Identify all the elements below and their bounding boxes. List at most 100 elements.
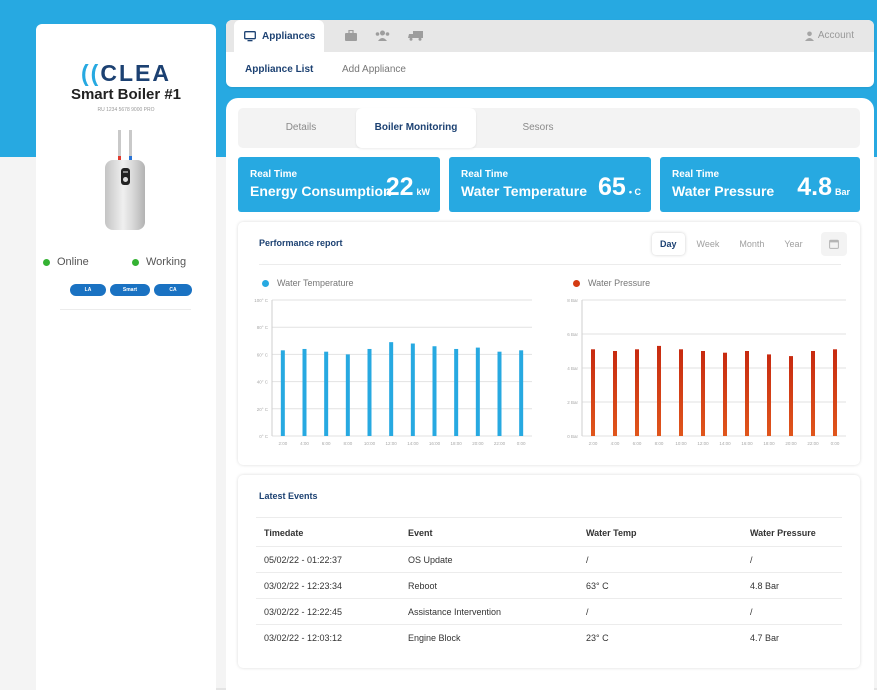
x-tick-label: 16:00 [741, 441, 753, 446]
boiler-image [103, 130, 147, 234]
kpi-unit: kW [416, 187, 431, 197]
cell-water-temp: / [586, 607, 589, 617]
kpi-caption: Real Time [672, 169, 720, 180]
cell-water-pressure: 4.7 Bar [750, 633, 780, 643]
users-icon[interactable] [375, 30, 390, 41]
x-tick-label: 14:00 [407, 441, 419, 446]
bar [789, 356, 793, 436]
tab-label: Appliances [262, 30, 316, 42]
kpi-value: 22 [385, 173, 414, 201]
tab-details[interactable]: Details [256, 108, 346, 148]
x-tick-label: 16:00 [429, 441, 441, 446]
calendar-icon [828, 239, 839, 249]
device-name: Smart Boiler #1 [70, 86, 182, 103]
kpi-caption: Real Time [250, 169, 298, 180]
cell-event: Engine Block [408, 633, 461, 643]
cell-event: Reboot [408, 581, 438, 591]
tag-ca[interactable]: CA [154, 284, 192, 296]
performance-report-card: Performance report Day Week Month Year W… [238, 222, 860, 465]
x-tick-label: 6:00 [633, 441, 642, 446]
period-day[interactable]: Day [652, 233, 685, 255]
water-temperature-chart: 0° C 20° C 40° C 60° C 80° C 100° C 2:00 4:00 6:… [254, 298, 532, 446]
cell-timedate: 03/02/22 - 12:22:45 [264, 607, 343, 617]
table-row[interactable]: 03/02/22 - 12:23:34 Reboot 63° C 4.8 Bar [256, 572, 842, 598]
account-menu[interactable]: Account [804, 30, 854, 41]
brand-logo[interactable]: ((CLEA [36, 60, 216, 87]
online-dot-icon [43, 258, 50, 266]
tag-la[interactable]: LA [70, 284, 106, 296]
bar [519, 350, 524, 436]
kpi-unit: Bar [834, 187, 850, 197]
water-pressure-chart: 0 Bar 2 Bar 4 Bar 6 Bar 8 Bar 2:00 4:00 6:00 8:0… [567, 298, 846, 446]
bar [432, 346, 437, 436]
table-row[interactable]: 05/02/22 - 01:22:37 OS Update / / [256, 546, 842, 572]
x-tick-label: 12:00 [697, 441, 709, 446]
bar [613, 351, 617, 436]
x-tick-label: 2:00 [589, 441, 598, 446]
period-week[interactable]: Week [689, 233, 728, 255]
status-online: Online [43, 256, 89, 268]
bar [475, 347, 480, 436]
tab-appliances[interactable]: Appliances [234, 20, 324, 52]
bar [497, 351, 502, 436]
status-working: Working [132, 256, 186, 268]
x-tick-label: 12:00 [386, 441, 398, 446]
column-header: Event [408, 528, 433, 538]
cell-event: OS Update [408, 555, 453, 565]
kpi-value-group: 4.8 Bar [797, 173, 850, 202]
bar [745, 351, 749, 436]
bar [389, 342, 394, 436]
working-dot-icon [132, 258, 139, 266]
section-tabs: Details Boiler Monitoring Sesors [238, 108, 860, 148]
latest-events-card: Latest Events Timedate Event Water Temp … [238, 475, 860, 668]
table-row[interactable]: 03/02/22 - 12:22:45 Assistance Intervent… [256, 598, 842, 624]
device-card: ((CLEA Smart Boiler #1 RU 1234 5678 9000… [36, 24, 216, 690]
cell-water-pressure: / [750, 555, 753, 565]
y-tick-label: 60° C [257, 352, 269, 357]
bar [635, 349, 639, 436]
bar [410, 343, 415, 436]
bar [679, 349, 683, 436]
tag-smart[interactable]: Smart [110, 284, 150, 296]
period-month[interactable]: Month [731, 233, 772, 255]
y-tick-label: 80° C [257, 325, 269, 330]
bar [657, 345, 661, 436]
table-row[interactable]: 03/02/22 - 12:03:12 Engine Block 23° C 4… [256, 624, 842, 650]
logo-mark: (( [81, 60, 101, 86]
status-label: Online [57, 256, 89, 268]
x-tick-label: 20:00 [785, 441, 797, 446]
bar [833, 349, 837, 436]
kpi-unit: • C [628, 187, 641, 197]
column-header: Timedate [264, 528, 304, 538]
bar [280, 350, 285, 436]
top-navigation: Appliances Account Appliance List Add Ap… [226, 20, 874, 87]
divider [60, 309, 191, 310]
x-tick-label: 8:00 [655, 441, 664, 446]
subtab-appliance-list[interactable]: Appliance List [245, 64, 313, 75]
bar [701, 351, 705, 436]
cell-water-pressure: 4.8 Bar [750, 581, 780, 591]
tab-boiler-monitoring[interactable]: Boiler Monitoring [356, 108, 476, 148]
device-serial: RU 1234 5678 9000 PRO [97, 107, 155, 113]
briefcase-icon[interactable] [345, 30, 357, 41]
y-tick-label: 6 Bar [567, 332, 578, 337]
column-header: Water Temp [586, 528, 637, 538]
cell-timedate: 03/02/22 - 12:03:12 [264, 633, 343, 643]
bar [767, 354, 771, 436]
y-tick-label: 4 Bar [567, 366, 578, 371]
subtab-add-appliance[interactable]: Add Appliance [342, 64, 406, 75]
period-year[interactable]: Year [776, 233, 810, 255]
bar [723, 352, 727, 436]
legend-water-pressure: Water Pressure [573, 278, 650, 288]
truck-icon[interactable] [408, 30, 424, 41]
bar [345, 354, 350, 436]
cell-timedate: 03/02/22 - 12:23:34 [264, 581, 343, 591]
kpi-value: 65 [598, 173, 626, 201]
y-tick-label: 8 Bar [567, 298, 578, 303]
legend-dot-icon [262, 279, 269, 287]
kpi-energy-consumption: Real Time Energy Consumption 22 kW [238, 157, 440, 212]
y-tick-label: 0° C [259, 434, 269, 439]
calendar-button[interactable] [820, 232, 847, 256]
x-tick-label: 0:00 [517, 441, 526, 446]
tab-sensors[interactable]: Sesors [488, 108, 588, 148]
